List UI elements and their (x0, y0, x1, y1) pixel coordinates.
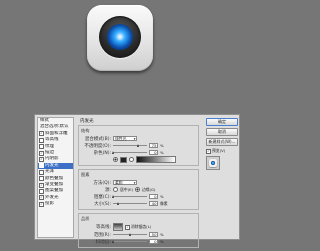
gradient-radio[interactable] (129, 157, 134, 162)
cancel-button[interactable]: 取消 (206, 128, 238, 136)
style-item-checkbox[interactable]: ✓ (39, 201, 44, 207)
style-preview-thumbnail (206, 156, 220, 170)
antialias-check[interactable]: ✓ 消除锯齿(L) (125, 224, 151, 230)
structure-group: 结构 混合模式(B): 线性光 不透明度(O): 75 % 杂色(N): 0 % (78, 125, 199, 166)
range-input[interactable]: 50 (149, 232, 158, 237)
size-slider-knob[interactable] (116, 201, 119, 205)
source-center-radio[interactable] (113, 187, 118, 192)
choke-unit: % (160, 194, 164, 199)
preview-icon-thumbnail (209, 159, 217, 167)
style-list: 样式 混合选项:默认 ✓ 斜面和浮雕 等高线 纹理 ✓ 描边 ✓ 内阴影 ✓ 内发光 光泽 颜色叠加 ✓… (37, 117, 74, 238)
jitter-label: 抖动(J): (95, 239, 111, 245)
source-center-label: 居中(E) (120, 186, 133, 192)
noise-input[interactable]: 0 (149, 150, 158, 155)
choke-label: 阻塞(C): (93, 194, 111, 200)
glow-color-swatch[interactable] (120, 156, 127, 163)
layer-style-dialog: 样式 混合选项:默认 ✓ 斜面和浮雕 等高线 纹理 ✓ 描边 ✓ 内阴影 ✓ 内发光 光泽 颜色叠加 ✓… (34, 114, 240, 248)
choke-slider[interactable] (111, 194, 147, 198)
camera-app-icon (87, 5, 153, 71)
choke-input[interactable]: 0 (149, 194, 158, 199)
range-slider-knob[interactable] (128, 232, 131, 236)
preview-checkbox[interactable]: ✓ (206, 148, 211, 154)
lens-glint (116, 33, 124, 41)
style-item-checkbox[interactable] (39, 188, 44, 194)
noise-unit: % (160, 150, 164, 155)
size-input[interactable]: 40 (149, 201, 158, 206)
opacity-unit: % (160, 143, 164, 148)
style-item-checkbox[interactable]: ✓ (39, 131, 44, 137)
style-item-checkbox[interactable] (39, 144, 44, 150)
noise-slider-knob[interactable] (111, 150, 114, 154)
style-list-item[interactable]: ✓ 投影 (38, 201, 73, 207)
source-label: 源: (104, 187, 111, 193)
lens-ring (99, 16, 141, 58)
source-edge-radio[interactable] (134, 187, 140, 192)
antialias-checkbox[interactable]: ✓ (125, 224, 130, 230)
choke-slider-knob[interactable] (111, 194, 114, 198)
range-slider[interactable] (113, 232, 147, 236)
glow-gradient-picker[interactable] (136, 156, 176, 163)
opacity-slider[interactable] (113, 143, 147, 147)
range-unit: % (160, 232, 164, 237)
opacity-input[interactable]: 75 (149, 143, 158, 148)
range-label: 范围(R): (93, 232, 111, 238)
size-unit: 像素 (160, 200, 168, 206)
noise-slider[interactable] (111, 150, 147, 154)
size-label: 大小(S): (94, 201, 111, 207)
antialias-label: 消除锯齿(L) (131, 224, 152, 229)
style-item-checkbox[interactable]: ✓ (39, 150, 44, 156)
style-item-checkbox[interactable] (39, 176, 44, 182)
structure-label: 结构 (81, 128, 90, 133)
ok-button[interactable]: 确定 (206, 118, 238, 126)
new-style-button[interactable]: 新建样式(W)... (206, 138, 238, 146)
opacity-label: 不透明度(O): (84, 143, 111, 149)
source-edge-label: 边缘(G) (141, 186, 156, 192)
contour-label: 等高线: (95, 225, 111, 230)
preview-label: 预览(V) (212, 148, 226, 153)
style-item-checkbox[interactable]: ✓ (39, 182, 44, 188)
style-item-label: 投影 (45, 201, 54, 207)
lens-glass (107, 24, 133, 50)
style-item-checkbox[interactable]: ✓ (39, 163, 44, 169)
noise-label: 杂色(N): (93, 150, 111, 156)
solid-color-radio[interactable] (113, 157, 118, 162)
panel-title: 内发光 (80, 119, 94, 124)
elements-group: 图素 方法(Q): 柔和 源: 居中(E) 边缘(G) 阻塞(C): 0 % 大… (78, 169, 199, 210)
elements-label: 图素 (81, 172, 90, 177)
blend-mode-label: 混合模式(B): (84, 136, 111, 142)
quality-label: 品质 (81, 216, 90, 221)
jitter-slider[interactable] (111, 239, 147, 243)
inner-glow-panel: 内发光 结构 混合模式(B): 线性光 不透明度(O): 75 % 杂色(N):… (78, 118, 199, 251)
blend-mode-select[interactable]: 线性光 (113, 136, 137, 141)
style-item-checkbox[interactable] (39, 137, 44, 143)
style-item-checkbox[interactable]: ✓ (39, 195, 44, 201)
style-item-checkbox[interactable]: ✓ (39, 157, 44, 163)
dialog-buttons: 确定 取消 新建样式(W)... ✓ 预览(V) (206, 118, 238, 170)
preview-toggle[interactable]: ✓ 预览(V) (206, 148, 238, 154)
quality-group: 品质 等高线: ✓ 消除锯齿(L) 范围(R): 50 % 抖动(J): 0 % (78, 213, 199, 248)
method-select[interactable]: 柔和 (113, 180, 137, 185)
style-item-checkbox[interactable] (39, 169, 44, 175)
method-label: 方法(Q): (93, 180, 111, 186)
opacity-slider-knob[interactable] (137, 143, 139, 147)
contour-picker[interactable] (113, 223, 123, 231)
size-slider[interactable] (113, 201, 147, 205)
